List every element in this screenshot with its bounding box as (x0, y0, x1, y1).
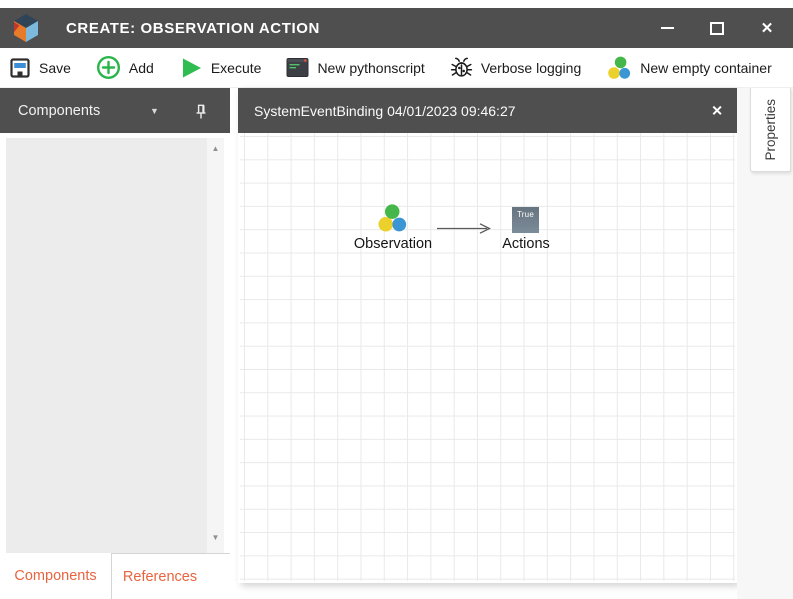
observation-node-label: Observation (343, 236, 443, 252)
observation-node-icon[interactable] (376, 204, 408, 233)
tab-properties-label: Properties (763, 99, 778, 161)
bug-icon (450, 56, 473, 79)
execute-button[interactable]: Execute (176, 54, 265, 82)
scroll-up-button[interactable]: ▲ (207, 145, 224, 153)
toolbar: Save Add Execute New pytho (0, 48, 793, 88)
actions-node-badge: True (512, 207, 539, 219)
actions-node-box[interactable]: True (512, 207, 539, 233)
window-controls: ✕ (657, 8, 777, 48)
tab-references-label: References (123, 569, 197, 585)
container-dots-icon (606, 56, 632, 80)
tab-components-label: Components (14, 568, 96, 584)
tab-components[interactable]: Components (0, 553, 112, 599)
pin-icon[interactable] (194, 102, 208, 119)
design-canvas[interactable]: Observation True Actions (240, 133, 735, 581)
connection-arrow (436, 222, 498, 235)
play-icon (179, 56, 203, 80)
toolbar-item-label: Save (39, 60, 71, 76)
components-panel: Components ▼ ▲ ▼ Components References (0, 88, 230, 599)
minimize-button[interactable] (657, 18, 677, 38)
close-icon: ✕ (761, 21, 774, 36)
document-tab-title: SystemEventBinding 04/01/2023 09:46:27 (254, 103, 516, 119)
add-button[interactable]: Add (93, 53, 157, 82)
app-logo-icon (13, 14, 39, 42)
maximize-icon (710, 22, 724, 35)
sidebar-tab-strip: Components References (0, 553, 230, 599)
scroll-down-button[interactable]: ▼ (207, 534, 224, 542)
toolbar-item-label: Execute (211, 60, 262, 76)
components-panel-header: Components ▼ (0, 88, 230, 133)
save-floppy-icon (9, 57, 31, 79)
chevron-down-icon[interactable]: ▼ (150, 106, 159, 116)
components-list-scrollbar[interactable]: ▲ ▼ (207, 138, 224, 553)
save-button[interactable]: Save (6, 55, 74, 81)
sidebar-tab-strip-rest: References (112, 553, 230, 599)
toolbar-item-label: Add (129, 60, 154, 76)
window-title: CREATE: OBSERVATION ACTION (66, 20, 320, 37)
add-circle-icon (96, 55, 121, 80)
close-button[interactable]: ✕ (757, 18, 777, 38)
terminal-icon (286, 57, 309, 78)
components-panel-title: Components (18, 103, 100, 119)
maximize-button[interactable] (707, 18, 727, 38)
tab-references[interactable]: References (112, 554, 208, 599)
verbose-logging-button[interactable]: Verbose logging (447, 54, 584, 81)
application-window: CREATE: OBSERVATION ACTION ✕ Save Add (0, 0, 793, 599)
document-tab-header: SystemEventBinding 04/01/2023 09:46:27 ✕ (238, 88, 737, 133)
toolbar-item-label: New empty container (640, 60, 772, 76)
new-empty-container-button[interactable]: New empty container (603, 54, 775, 82)
new-pythonscript-button[interactable]: New pythonscript (283, 55, 427, 80)
toolbar-item-label: Verbose logging (481, 60, 581, 76)
document-close-icon[interactable]: ✕ (711, 102, 723, 119)
tab-properties[interactable]: Properties (750, 88, 791, 172)
components-list (6, 138, 207, 553)
document-panel: SystemEventBinding 04/01/2023 09:46:27 ✕… (238, 88, 737, 583)
titlebar: CREATE: OBSERVATION ACTION ✕ (0, 8, 793, 48)
minimize-icon (661, 27, 674, 29)
actions-node-label: Actions (486, 236, 566, 252)
toolbar-item-label: New pythonscript (317, 60, 424, 76)
